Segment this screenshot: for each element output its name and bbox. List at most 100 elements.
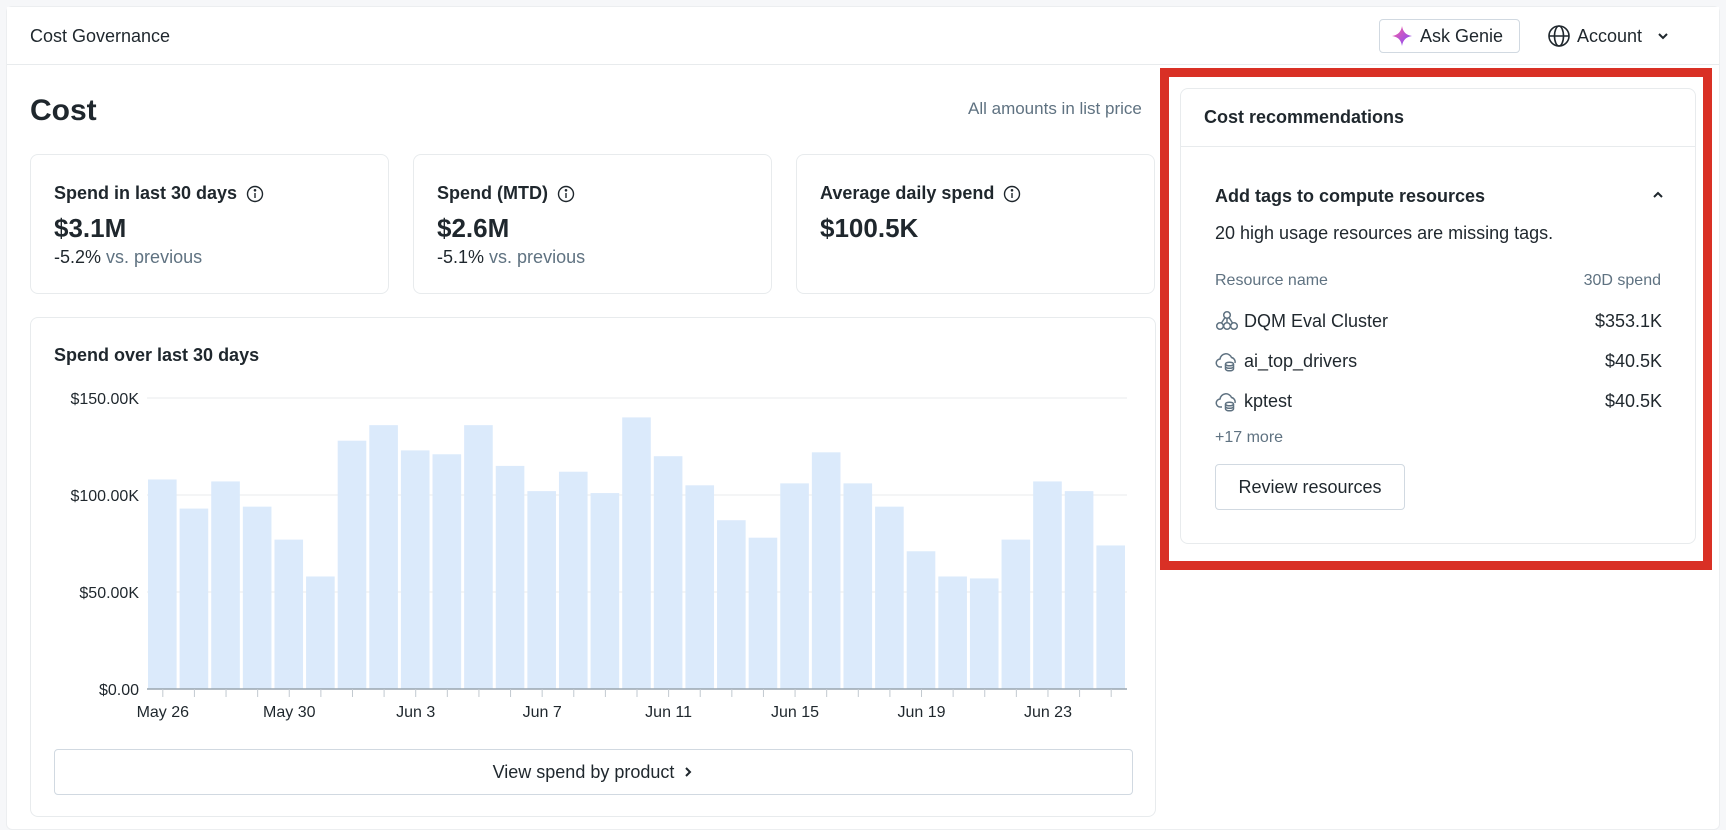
chart-bar — [337, 440, 367, 689]
chart-bar — [969, 578, 999, 689]
info-icon[interactable] — [557, 185, 575, 203]
chart-title: Spend over last 30 days — [54, 345, 260, 365]
resource-name[interactable]: ai_top_drivers — [1244, 351, 1605, 372]
chart-bar — [1096, 545, 1125, 689]
globe-icon — [1548, 25, 1570, 47]
chart-bar — [558, 471, 588, 689]
resource-row[interactable]: ai_top_drivers $40.5K — [1215, 348, 1662, 374]
chart-bar — [590, 493, 620, 689]
x-tick-label: May 30 — [263, 704, 316, 721]
y-tick-label: $0.00 — [99, 682, 139, 699]
kpi-change-label: vs. previous — [489, 247, 586, 267]
resource-spend: $40.5K — [1604, 390, 1662, 411]
chart-bar — [242, 506, 272, 689]
sparkle-icon — [1392, 26, 1412, 46]
kpi-value: $2.6M — [437, 213, 510, 243]
x-tick-label: May 26 — [137, 704, 190, 721]
chart-bar — [717, 520, 746, 689]
kpi-change: -5.1% vs. previous — [437, 247, 585, 268]
kpi-change-percent: -5.2% — [54, 247, 102, 267]
kpi-label: Spend (MTD) — [437, 183, 548, 203]
x-tick-label: Jun 15 — [771, 704, 819, 721]
resource-row[interactable]: kptest $40.5K — [1215, 388, 1662, 414]
chart-bar — [653, 456, 683, 689]
resource-row[interactable]: DQM Eval Cluster $353.1K — [1215, 308, 1662, 334]
serverless-cloud-icon — [1215, 389, 1239, 413]
kpi-label: Average daily spend — [820, 183, 995, 203]
chart-bar — [938, 576, 967, 689]
view-spend-by-product-button[interactable]: View spend by product — [54, 749, 1133, 795]
chart-bar — [780, 483, 809, 689]
kpi-card-spend-mtd: Spend (MTD) $2.6M -5.1% vs. previous — [413, 154, 772, 294]
recommendation-description: 20 high usage resources are missing tags… — [1215, 223, 1554, 243]
chart-bar — [622, 417, 651, 689]
review-resources-button[interactable]: Review resources — [1215, 464, 1405, 510]
chevron-down-icon — [1658, 33, 1668, 40]
chart-bar — [306, 576, 335, 689]
x-tick-label: Jun 11 — [645, 704, 692, 721]
column-header-30d-spend: 30D spend — [1583, 272, 1661, 289]
chart-bar — [748, 537, 778, 689]
ask-genie-label: Ask Genie — [1420, 25, 1504, 46]
chevron-right-icon — [685, 767, 692, 777]
resource-name[interactable]: DQM Eval Cluster — [1244, 311, 1595, 332]
x-tick-label: Jun 23 — [1024, 704, 1072, 721]
chart-bar — [148, 479, 177, 689]
app-title: Cost Governance — [30, 26, 171, 46]
resource-name[interactable]: kptest — [1244, 391, 1605, 412]
list-price-note: All amounts in list price — [968, 99, 1142, 118]
y-tick-label: $50.00K — [79, 585, 139, 602]
chart-bar — [179, 508, 209, 689]
spend-bar-chart: $0.00 $50.00K $100.00K $150.00K May 26 May 30… — [70, 391, 1127, 721]
account-label: Account — [1577, 25, 1643, 46]
chart-bar — [811, 452, 841, 689]
recommendations-title: Cost recommendations — [1181, 89, 1695, 147]
y-tick-label: $100.00K — [70, 488, 139, 505]
chart-bar — [685, 485, 715, 689]
x-tick-label: Jun 19 — [897, 704, 945, 721]
more-resources-link[interactable]: +17 more — [1215, 429, 1283, 447]
kpi-change-percent: -5.1% — [437, 247, 485, 267]
y-tick-label: $150.00K — [70, 391, 139, 408]
chart-bar — [495, 465, 525, 689]
chart-bar — [400, 450, 430, 689]
kpi-change: -5.2% vs. previous — [54, 247, 202, 268]
x-tick-label: Jun 7 — [523, 704, 562, 721]
chart-bar — [464, 425, 493, 689]
kpi-value: $3.1M — [54, 213, 127, 243]
view-spend-label: View spend by product — [492, 761, 675, 782]
chart-bar — [1064, 491, 1094, 689]
kpi-value: $100.5K — [820, 213, 919, 243]
recommendation-title: Add tags to compute resources — [1215, 186, 1486, 206]
kpi-card-spend-30d: Spend in last 30 days $3.1M -5.2% vs. pr… — [30, 154, 389, 294]
account-menu[interactable]: Account — [1547, 19, 1670, 53]
chart-bar — [906, 551, 936, 689]
chart-bar — [369, 425, 398, 689]
kpi-label: Spend in last 30 days — [54, 183, 238, 203]
resource-spend: $40.5K — [1604, 350, 1662, 371]
cost-recommendations-card: Cost recommendations Add tags to compute… — [1180, 88, 1696, 544]
chart-bar — [843, 483, 873, 689]
ask-genie-button[interactable]: Ask Genie — [1379, 19, 1520, 53]
resource-spend: $353.1K — [1594, 310, 1662, 331]
chevron-up-icon[interactable] — [1650, 187, 1666, 203]
chart-bar — [875, 506, 904, 689]
chart-bar — [274, 539, 304, 689]
spend-chart-card: $0.00 $50.00K $100.00K $150.00K May 26 May 30… — [30, 317, 1156, 817]
kpi-card-average-daily: Average daily spend $100.5K — [796, 154, 1155, 294]
chart-bar — [1001, 539, 1031, 689]
chart-bar — [527, 491, 556, 689]
serverless-cloud-icon — [1215, 349, 1239, 373]
page-title: Cost — [30, 94, 97, 127]
kpi-change-label: vs. previous — [106, 247, 203, 267]
chart-bar — [211, 481, 240, 689]
cluster-icon — [1215, 309, 1239, 333]
info-icon[interactable] — [1003, 185, 1021, 203]
top-bar: Cost Governance Ask Genie Account — [7, 7, 1719, 65]
column-header-resource-name: Resource name — [1215, 272, 1328, 289]
info-icon[interactable] — [246, 185, 264, 203]
chart-bar — [1033, 481, 1062, 689]
chart-bar — [432, 454, 462, 689]
x-tick-label: Jun 3 — [396, 704, 435, 721]
review-resources-label: Review resources — [1238, 476, 1382, 497]
